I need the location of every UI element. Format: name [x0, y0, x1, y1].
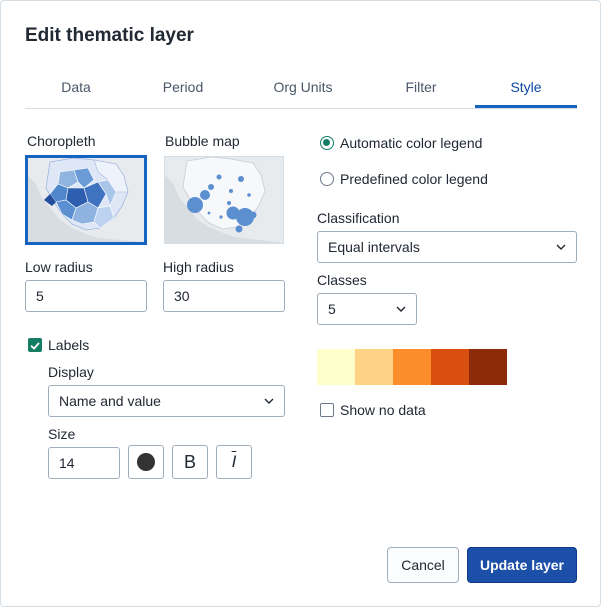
choropleth-option[interactable]: [25, 155, 147, 245]
automatic-legend-radio[interactable]: [320, 136, 334, 150]
dialog-title: Edit thematic layer: [25, 25, 194, 46]
show-no-data-label: Show no data: [340, 402, 426, 418]
color-scale-swatch-1[interactable]: [317, 349, 355, 385]
display-select[interactable]: Name and value: [48, 385, 285, 417]
classification-select-value: Equal intervals: [328, 239, 420, 255]
tab-org-units[interactable]: Org Units: [239, 69, 367, 108]
classes-label: Classes: [317, 272, 367, 288]
tab-style[interactable]: Style: [475, 69, 577, 108]
italic-icon: I: [231, 452, 237, 471]
chevron-down-icon: [264, 386, 274, 416]
labels-checkbox-label: Labels: [48, 337, 90, 353]
display-select-value: Name and value: [59, 393, 161, 409]
chevron-down-icon: [396, 294, 406, 324]
low-radius-label: Low radius: [25, 259, 93, 275]
label-size-input[interactable]: 14: [48, 447, 120, 479]
classes-select[interactable]: 5: [317, 293, 417, 325]
predefined-legend-radio[interactable]: [320, 172, 334, 186]
choropleth-map-icon: [28, 158, 144, 242]
edit-thematic-layer-dialog: Edit thematic layer Data Period Org Unit…: [0, 0, 601, 607]
labels-checkbox[interactable]: [28, 338, 42, 352]
color-scale-swatch-2[interactable]: [355, 349, 393, 385]
font-color-button[interactable]: [128, 445, 164, 479]
bubble-map-option[interactable]: [164, 156, 284, 244]
bubble-map-icon: [165, 157, 283, 243]
bubble-map-label: Bubble map: [165, 133, 240, 149]
display-label: Display: [48, 364, 94, 380]
show-no-data-checkbox[interactable]: [320, 403, 334, 417]
tab-filter[interactable]: Filter: [367, 69, 475, 108]
classification-label: Classification: [317, 210, 400, 226]
high-radius-label: High radius: [163, 259, 234, 275]
size-label: Size: [48, 426, 76, 442]
automatic-legend-label: Automatic color legend: [340, 135, 483, 151]
color-swatch-icon: [137, 453, 155, 471]
bold-button[interactable]: B: [172, 445, 208, 479]
tab-data[interactable]: Data: [25, 69, 127, 108]
chevron-down-icon: [556, 232, 566, 262]
tab-period[interactable]: Period: [127, 69, 239, 108]
color-scale-swatch-5[interactable]: [469, 349, 507, 385]
high-radius-input[interactable]: 30: [163, 280, 285, 312]
choropleth-label: Choropleth: [27, 133, 96, 149]
predefined-legend-label: Predefined color legend: [340, 171, 488, 187]
cancel-button[interactable]: Cancel: [387, 547, 459, 583]
classification-select[interactable]: Equal intervals: [317, 231, 577, 263]
classes-select-value: 5: [328, 301, 336, 317]
color-scale-swatch-4[interactable]: [431, 349, 469, 385]
tab-bar: Data Period Org Units Filter Style: [25, 69, 577, 109]
bold-icon: B: [183, 451, 196, 472]
color-scale-swatch-3[interactable]: [393, 349, 431, 385]
italic-button[interactable]: I: [216, 445, 252, 479]
update-layer-button[interactable]: Update layer: [467, 547, 577, 583]
checkmark-icon: [30, 342, 40, 350]
low-radius-input[interactable]: 5: [25, 280, 147, 312]
